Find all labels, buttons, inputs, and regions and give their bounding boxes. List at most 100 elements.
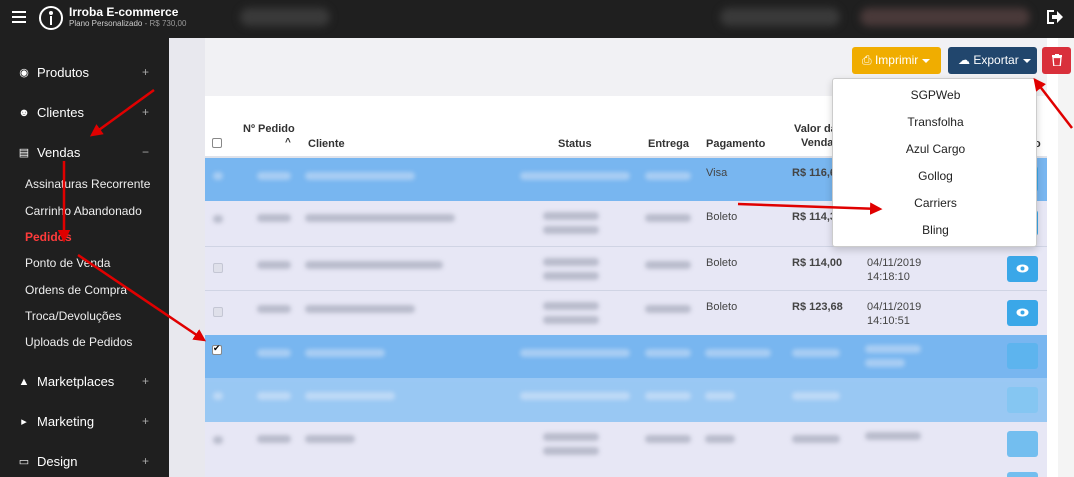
bullhorn-icon: ▸	[21, 416, 27, 428]
payment-cell: Boleto	[706, 211, 738, 223]
select-all-checkbox[interactable]	[212, 138, 222, 148]
blurred-value	[792, 435, 840, 443]
camera-icon: ◉	[19, 67, 29, 79]
row-checkbox-checked[interactable]	[212, 343, 222, 355]
blurred-status	[520, 392, 630, 400]
view-button[interactable]	[1007, 431, 1038, 457]
blurred-status	[543, 302, 599, 310]
delete-button[interactable]	[1042, 47, 1071, 74]
blurred-client	[305, 172, 415, 180]
date-cell: 04/11/2019	[867, 257, 922, 269]
blurred-delivery	[645, 261, 691, 269]
cloud-download-icon: ☁	[958, 53, 970, 67]
expand-icon: +	[142, 105, 150, 119]
sidebar-subitem-ordens-de-compra[interactable]: Ordens de Compra	[25, 283, 127, 297]
expand-icon: +	[142, 65, 150, 79]
menu-icon[interactable]	[12, 11, 26, 23]
blurred-status	[543, 447, 599, 455]
view-button[interactable]	[1007, 343, 1038, 369]
value-cell: R$ 116,6	[792, 167, 837, 179]
blurred-status	[543, 272, 599, 280]
table-row[interactable]: Boleto R$ 123,68 04/11/2019 14:10:51	[205, 290, 1047, 335]
print-button[interactable]: ⎙ Imprimir	[852, 47, 941, 74]
export-button[interactable]: ☁ Exportar	[948, 47, 1037, 74]
value-cell: R$ 114,3	[792, 211, 837, 223]
blurred-payment	[705, 349, 771, 357]
logo-icon	[39, 6, 63, 30]
sidebar-subitem-pedidos[interactable]: Pedidos	[25, 230, 72, 244]
sidebar-subitem-uploads[interactable]: Uploads de Pedidos	[25, 335, 132, 349]
table-row[interactable]: Boleto R$ 114,00 04/11/2019 14:18:10	[205, 246, 1047, 290]
sidebar-subitem-carrinho[interactable]: Carrinho Abandonado	[25, 204, 142, 218]
blurred-store-info	[860, 8, 1030, 26]
blurred-status	[543, 433, 599, 441]
sidebar-item-label: Vendas	[37, 145, 81, 160]
blurred-delivery	[645, 392, 691, 400]
header-order-no[interactable]: Nº Pedido	[243, 123, 295, 135]
time-cell: 14:10:51	[867, 315, 910, 327]
blurred-date	[865, 345, 921, 353]
payment-cell: Boleto	[706, 257, 738, 269]
blurred-value	[792, 349, 840, 357]
blurred-delivery	[645, 172, 691, 180]
sidebar-item-produtos[interactable]: ◉ Produtos +	[0, 62, 169, 84]
blurred-date	[865, 432, 921, 440]
blurred-order-no	[257, 349, 291, 357]
blurred-status	[543, 212, 599, 220]
logout-icon[interactable]	[1046, 9, 1064, 25]
blurred-payment	[705, 392, 735, 400]
export-button-label: Exportar	[973, 53, 1019, 67]
export-option-sgpweb[interactable]: SGPWeb	[833, 88, 1038, 102]
sidebar-subitem-troca-devolucoes[interactable]: Troca/Devoluções	[25, 309, 121, 323]
sidebar: ◉ Produtos + ☻ Clientes + ▤ Vendas − Ass…	[0, 38, 169, 477]
sidebar-item-clientes[interactable]: ☻ Clientes +	[0, 102, 169, 124]
table-row[interactable]	[205, 422, 1047, 477]
expand-icon: +	[142, 374, 150, 388]
top-bar: Irroba E-commerce Plano Personalizado - …	[0, 0, 1074, 38]
export-option-gollog[interactable]: Gollog	[833, 169, 1038, 183]
cart-icon: ▤	[18, 147, 30, 159]
eye-icon	[1016, 264, 1029, 273]
sidebar-subitem-assinaturas[interactable]: Assinaturas Recorrente	[25, 177, 150, 191]
sidebar-item-marketing[interactable]: ▸ Marketing +	[0, 411, 169, 433]
table-row[interactable]	[205, 335, 1047, 378]
blurred-client	[305, 392, 395, 400]
sidebar-item-label: Produtos	[37, 65, 90, 80]
export-option-bling[interactable]: Bling	[833, 223, 1038, 237]
blurred-toolbar-icons	[240, 8, 330, 26]
sidebar-subitem-ponto-de-venda[interactable]: Ponto de Venda	[25, 256, 110, 270]
blurred-time	[865, 359, 905, 367]
laptop-icon: ▭	[18, 456, 30, 468]
blurred-delivery	[645, 349, 691, 357]
sort-icon[interactable]: ^	[285, 137, 291, 148]
row-checkbox[interactable]	[213, 307, 223, 317]
blurred-order-no	[257, 305, 291, 313]
print-button-label: Imprimir	[874, 53, 919, 67]
sidebar-item-design[interactable]: ▭ Design +	[0, 451, 169, 473]
export-option-azul-cargo[interactable]: Azul Cargo	[833, 142, 1038, 156]
view-button[interactable]	[1007, 472, 1038, 477]
sidebar-item-marketplaces[interactable]: ▲ Marketplaces +	[0, 371, 169, 393]
header-value-line2: Venda	[801, 137, 834, 149]
blurred-order-no	[257, 261, 291, 269]
time-cell: 14:18:10	[867, 271, 910, 283]
content-gutter	[169, 38, 205, 477]
export-dropdown-menu: SGPWeb Transfolha Azul Cargo Gollog Carr…	[832, 78, 1037, 247]
view-button[interactable]	[1007, 256, 1038, 282]
view-button[interactable]	[1007, 300, 1038, 326]
header-status: Status	[558, 138, 592, 150]
export-option-carriers[interactable]: Carriers	[833, 196, 1038, 210]
view-button[interactable]	[1007, 387, 1038, 413]
printer-icon: ⎙	[862, 53, 872, 67]
table-row[interactable]	[205, 378, 1047, 422]
blurred-delivery	[645, 214, 691, 222]
export-option-transfolha[interactable]: Transfolha	[833, 115, 1038, 129]
scrollbar[interactable]	[1058, 38, 1074, 477]
blurred-checkbox	[213, 215, 223, 223]
expand-icon: +	[142, 454, 150, 468]
blurred-order-no	[257, 214, 291, 222]
blurred-checkbox	[213, 172, 223, 180]
sidebar-item-vendas[interactable]: ▤ Vendas −	[0, 142, 169, 164]
row-checkbox[interactable]	[213, 263, 223, 273]
blurred-delivery	[645, 305, 691, 313]
